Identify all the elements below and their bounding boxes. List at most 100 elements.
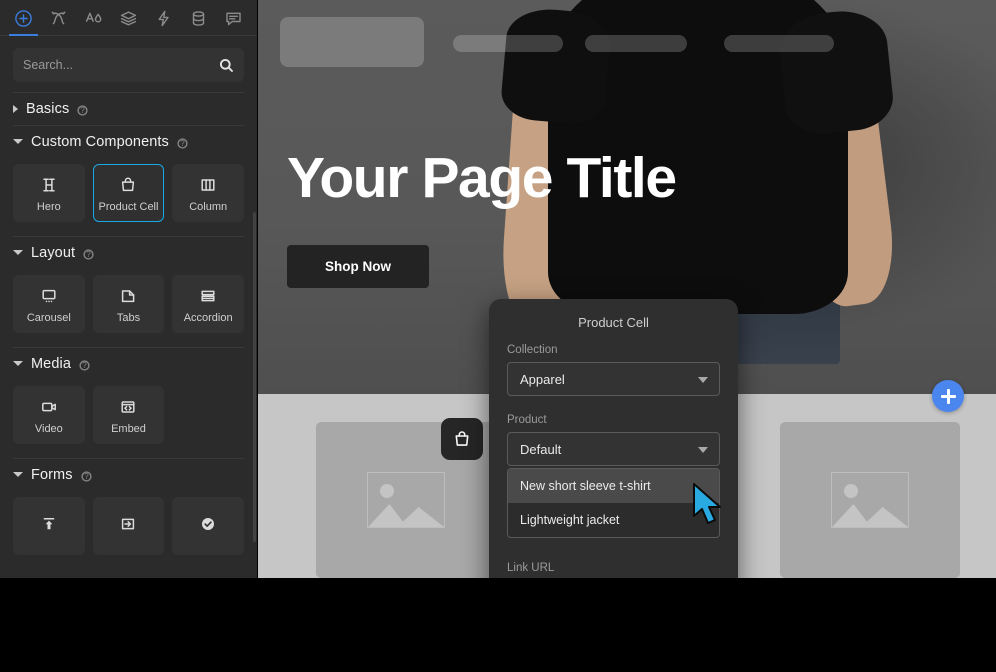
columns-icon (198, 174, 218, 196)
embed-code-icon (118, 396, 138, 418)
logo-placeholder[interactable] (280, 17, 424, 67)
plus-icon (940, 388, 956, 404)
section-header-layout[interactable]: Layout ? (0, 236, 257, 269)
tile-grid-custom-components: Hero Product Cell Column (0, 158, 257, 236)
tile-label: Hero (36, 200, 61, 213)
component-tile-video[interactable]: Video (13, 386, 85, 444)
upload-icon (39, 509, 59, 539)
dialog-title: Product Cell (578, 315, 649, 330)
help-icon[interactable]: ? (80, 469, 92, 482)
tile-label: Video (34, 422, 63, 435)
component-tile-tabs[interactable]: Tabs (92, 275, 165, 333)
image-placeholder-icon (367, 472, 445, 528)
add-block-button[interactable] (932, 380, 964, 412)
checkbox-checked-icon (198, 509, 218, 539)
component-tile-accordion[interactable]: Accordion (172, 275, 244, 333)
tool-interactions-icon[interactable] (146, 1, 181, 36)
search-icon (219, 58, 234, 73)
tool-add-icon[interactable] (6, 1, 41, 36)
product-dropdown-menu: New short sleeve t-shirt Lightweight jac… (507, 468, 720, 538)
component-tile-embed[interactable]: Embed (92, 386, 165, 444)
section-header-media[interactable]: Media ? (0, 347, 257, 380)
search-input[interactable] (23, 58, 219, 72)
shop-now-button[interactable]: Shop Now (287, 245, 429, 288)
tool-effects-icon[interactable] (41, 1, 76, 36)
section-header-forms[interactable]: Forms ? (0, 458, 257, 491)
tile-label: Column (189, 200, 228, 213)
chevron-down-icon (698, 377, 708, 383)
nav-item-placeholder[interactable] (585, 35, 687, 52)
chevron-down-icon (13, 472, 23, 477)
nav-item-placeholder[interactable] (453, 35, 563, 52)
chevron-right-icon (13, 104, 18, 113)
section-header-basics[interactable]: Basics ? (0, 92, 257, 125)
section-title: Layout (31, 244, 76, 261)
sidebar-toolbar (0, 0, 257, 36)
tool-data-icon[interactable] (181, 1, 216, 36)
collection-select[interactable]: Apparel (507, 362, 720, 396)
tile-label: Carousel (26, 311, 71, 324)
component-tile-product-cell[interactable]: Product Cell (92, 164, 165, 222)
component-tile-hero[interactable]: Hero (13, 164, 85, 222)
dropdown-option[interactable]: New short sleeve t-shirt (508, 469, 719, 503)
section-title: Basics (26, 100, 70, 117)
component-tile-carousel[interactable]: Carousel (13, 275, 85, 333)
video-icon (39, 396, 59, 418)
nav-item-placeholder[interactable] (724, 35, 834, 52)
component-tile-checkbox[interactable] (172, 497, 244, 555)
app-window: Basics ? Custom Components ? (0, 0, 996, 578)
section-header-custom-components[interactable]: Custom Components ? (0, 125, 257, 158)
svg-text:?: ? (81, 106, 86, 115)
product-cell[interactable] (780, 422, 960, 578)
tile-grid-layout: Carousel Tabs Accordion (0, 269, 257, 347)
heading-icon (39, 174, 59, 196)
tabs-icon (118, 285, 138, 307)
tool-comments-icon[interactable] (216, 1, 251, 36)
chevron-down-icon (13, 250, 23, 255)
collection-label: Collection (507, 344, 558, 356)
tile-label: Accordion (183, 311, 233, 324)
tile-label: Tabs (116, 311, 141, 324)
tile-label: Product Cell (98, 200, 159, 213)
svg-text:?: ? (82, 361, 87, 370)
accordion-icon (198, 285, 218, 307)
product-select-value: Default (520, 441, 562, 457)
component-tile-input-field[interactable] (92, 497, 165, 555)
product-label: Product (507, 414, 547, 426)
svg-text:?: ? (180, 139, 185, 148)
section-title: Forms (31, 466, 73, 483)
tile-label: Embed (111, 422, 146, 435)
product-cell-badge-shopping-bag-icon[interactable] (441, 418, 483, 460)
search-box[interactable] (13, 48, 244, 82)
left-sidebar: Basics ? Custom Components ? (0, 0, 258, 578)
chevron-down-icon (13, 361, 23, 366)
collection-select-value: Apparel (520, 371, 565, 387)
help-icon[interactable]: ? (177, 136, 188, 149)
svg-text:?: ? (86, 250, 91, 259)
shopping-bag-icon (118, 174, 138, 196)
screen-root: Basics ? Custom Components ? (0, 0, 996, 672)
nav-placeholder (258, 0, 996, 86)
hero-title[interactable]: Your Page Title (287, 150, 977, 207)
tile-grid-forms (0, 491, 257, 569)
component-tile-column[interactable]: Column (172, 164, 244, 222)
product-cell-settings-dialog: Product Cell Collection Apparel Product … (489, 299, 738, 578)
component-tile-upload[interactable] (13, 497, 85, 555)
input-field-icon (118, 509, 138, 539)
section-title: Media (31, 355, 71, 372)
help-icon[interactable]: ? (83, 247, 94, 260)
dropdown-option[interactable]: Lightweight jacket (508, 503, 719, 537)
components-panel: Basics ? Custom Components ? Hero Produc… (0, 92, 257, 578)
sidebar-scrollbar[interactable] (253, 212, 256, 542)
chevron-down-icon (698, 447, 708, 453)
help-icon[interactable]: ? (77, 103, 88, 116)
tool-typography-color-icon[interactable] (76, 1, 111, 36)
link-url-label: Link URL (507, 562, 555, 574)
help-icon[interactable]: ? (79, 358, 90, 371)
chevron-down-icon (13, 139, 23, 144)
product-select[interactable]: Default (507, 432, 720, 466)
tool-layers-icon[interactable] (111, 1, 146, 36)
carousel-icon (39, 285, 59, 307)
svg-text:?: ? (84, 472, 89, 481)
dialog-body: Collection Apparel Product Default New s… (489, 344, 738, 578)
